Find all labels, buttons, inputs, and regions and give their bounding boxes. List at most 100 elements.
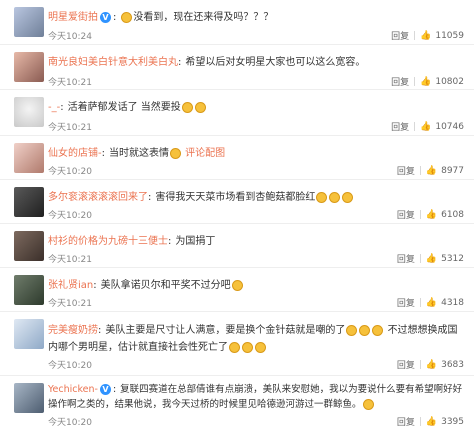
action-divider: | bbox=[418, 416, 422, 427]
comment-content: 张礼贤ian: 美队拿诺贝尔和平奖不过分吧 bbox=[48, 278, 464, 294]
thumbs-up-icon[interactable]: 👍 bbox=[426, 210, 437, 220]
action-divider: | bbox=[418, 253, 422, 264]
colon-separator: : bbox=[112, 384, 117, 395]
username-link[interactable]: 南光良妇美白针意大利美白丸 bbox=[48, 57, 178, 68]
colon-separator: : bbox=[98, 325, 102, 336]
avatar[interactable] bbox=[14, 383, 44, 413]
username-link[interactable]: 仙女的店铺- bbox=[48, 148, 102, 159]
reply-button[interactable]: 回复 bbox=[397, 164, 415, 177]
reply-button[interactable]: 回复 bbox=[397, 208, 415, 221]
comment-text: 为国捐丁 bbox=[175, 236, 216, 247]
smiley-emoji-icon bbox=[229, 341, 240, 353]
comment-actions: 回复 | 👍 10802 bbox=[391, 75, 464, 89]
username-link[interactable]: -_- bbox=[48, 102, 60, 113]
colon-separator: : bbox=[178, 57, 182, 68]
comment-item: 南光良妇美白针意大利美白丸: 希望以后对女明星大家也可以这么宽容。 今天10:21… bbox=[0, 45, 474, 90]
smiley-emoji-icon bbox=[121, 11, 133, 23]
reply-button[interactable]: 回复 bbox=[391, 29, 409, 42]
comment-list: 明星爱街拍 V: 没看到，现在还来得及吗？？？ 今天10:24 回复 | 👍 110… bbox=[0, 0, 474, 430]
comment-actions: 回复 | 👍 3395 bbox=[397, 415, 464, 429]
avatar[interactable] bbox=[14, 187, 44, 217]
colon-separator: : bbox=[60, 102, 64, 113]
smiley-emoji-icon bbox=[342, 191, 354, 203]
reply-button[interactable]: 回复 bbox=[391, 120, 409, 133]
verified-v-badge-icon: V bbox=[100, 11, 111, 23]
comment-text: 没看到，现在还来得及吗？？？ bbox=[133, 12, 274, 23]
comment-item: Yechicken- V: 复联四赛道在总部倩谁有点崩溃，美队来安慰她，我以为要说什… bbox=[0, 376, 474, 430]
like-count: 10746 bbox=[435, 121, 464, 132]
reply-button[interactable]: 回复 bbox=[391, 75, 409, 88]
comment-time: 今天10:21 bbox=[48, 78, 92, 88]
smiley-emoji-icon bbox=[372, 324, 384, 336]
colon-separator: : bbox=[93, 280, 97, 291]
action-divider: | bbox=[413, 76, 417, 87]
thumbs-up-icon[interactable]: 👍 bbox=[426, 360, 437, 370]
like-count: 4318 bbox=[441, 297, 464, 308]
comment-content: Yechicken- V: 复联四赛道在总部倩谁有点崩溃，美队来安慰她，我以为要说什… bbox=[48, 382, 464, 412]
avatar[interactable] bbox=[14, 231, 44, 261]
comment-item: 明星爱街拍 V: 没看到，现在还来得及吗？？？ 今天10:24 回复 | 👍 110… bbox=[0, 0, 474, 45]
reply-button[interactable]: 回复 bbox=[397, 415, 415, 428]
username-link[interactable]: 多尔衮滚滚滚滚回来了 bbox=[48, 192, 148, 203]
avatar[interactable] bbox=[14, 319, 44, 349]
avatar[interactable] bbox=[14, 97, 44, 127]
comment-content: 多尔衮滚滚滚滚回来了: 害得我天天菜市场看到杏鲍菇都脸红 bbox=[48, 190, 464, 206]
thumbs-up-icon[interactable]: 👍 bbox=[420, 122, 431, 132]
comment-text: 活着萨郁发话了 当然要投 bbox=[67, 102, 181, 113]
username-link[interactable]: 明星爱街拍 bbox=[48, 12, 98, 23]
comment-item: 多尔衮滚滚滚滚回来了: 害得我天天菜市场看到杏鲍菇都脸红 今天10:20 回复 |… bbox=[0, 180, 474, 224]
comment-actions: 回复 | 👍 6108 bbox=[397, 208, 464, 222]
comment-text: 美队主要是尺寸让人满意，要是换个金针菇就是嘲的了 bbox=[105, 325, 346, 336]
comment-item: 张礼贤ian: 美队拿诺贝尔和平奖不过分吧 今天10:21 回复 | 👍 4318 bbox=[0, 268, 474, 312]
like-count: 3395 bbox=[441, 416, 464, 427]
comment-content: 村衫的价格为九磅十三便士: 为国捐丁 bbox=[48, 234, 464, 250]
thumbs-up-icon[interactable]: 👍 bbox=[426, 166, 437, 176]
thumbs-up-icon[interactable]: 👍 bbox=[420, 31, 431, 41]
reply-button[interactable]: 回复 bbox=[397, 296, 415, 309]
comment-content: 仙女的店铺-: 当时就这表情 评论配图 bbox=[48, 146, 464, 162]
verified-v-badge-icon: V bbox=[99, 384, 111, 395]
comment-time: 今天10:20 bbox=[48, 418, 92, 428]
comment-time: 今天10:20 bbox=[48, 361, 92, 371]
username-link[interactable]: 村衫的价格为九磅十三便士 bbox=[48, 236, 168, 247]
comment-time: 今天10:21 bbox=[48, 255, 92, 265]
username-link[interactable]: 完美瘦奶捞 bbox=[48, 325, 98, 336]
comment-text: 希望以后对女明星大家也可以这么宽容。 bbox=[185, 57, 366, 68]
action-divider: | bbox=[413, 30, 417, 41]
action-divider: | bbox=[418, 297, 422, 308]
comment-content: -_-: 活着萨郁发话了 当然要投 bbox=[48, 100, 464, 116]
comment-time: 今天10:21 bbox=[48, 123, 92, 133]
like-count: 11059 bbox=[435, 30, 464, 41]
like-count: 3683 bbox=[441, 359, 464, 370]
thumbs-up-icon[interactable]: 👍 bbox=[426, 298, 437, 308]
thumbs-up-icon[interactable]: 👍 bbox=[426, 417, 437, 427]
smiley-emoji-icon bbox=[255, 341, 266, 353]
reply-button[interactable]: 回复 bbox=[397, 252, 415, 265]
comment-item: 完美瘦奶捞: 美队主要是尺寸让人满意，要是换个金针菇就是嘲的了 不过想想换成国内哪… bbox=[0, 312, 474, 376]
comment-item: 仙女的店铺-: 当时就这表情 评论配图 今天10:20 回复 | 👍 8977 bbox=[0, 136, 474, 180]
colon-separator: : bbox=[148, 192, 152, 203]
comment-actions: 回复 | 👍 4318 bbox=[397, 296, 464, 310]
comment-time: 今天10:21 bbox=[48, 299, 92, 309]
smiley-emoji-icon bbox=[194, 101, 206, 113]
comment-text: 害得我天天菜市场看到杏鲍菇都脸红 bbox=[155, 192, 316, 203]
username-link[interactable]: Yechicken- bbox=[48, 384, 98, 395]
comment-image-link[interactable]: 评论配图 bbox=[185, 148, 225, 159]
smiley-emoji-icon bbox=[169, 147, 181, 159]
avatar[interactable] bbox=[14, 52, 44, 82]
smiley-emoji-icon bbox=[359, 324, 371, 336]
reply-button[interactable]: 回复 bbox=[397, 358, 415, 371]
action-divider: | bbox=[418, 359, 422, 370]
smiley-emoji-icon bbox=[329, 191, 341, 203]
username-link[interactable]: 张礼贤ian bbox=[48, 280, 93, 291]
colon-separator: : bbox=[101, 148, 105, 159]
thumbs-up-icon[interactable]: 👍 bbox=[420, 77, 431, 87]
avatar[interactable] bbox=[14, 7, 44, 37]
smiley-emoji-icon bbox=[181, 101, 193, 113]
smiley-emoji-icon bbox=[242, 341, 253, 353]
avatar[interactable] bbox=[14, 143, 44, 173]
avatar[interactable] bbox=[14, 275, 44, 305]
thumbs-up-icon[interactable]: 👍 bbox=[426, 254, 437, 264]
action-divider: | bbox=[418, 209, 422, 220]
like-count: 6108 bbox=[441, 209, 464, 220]
